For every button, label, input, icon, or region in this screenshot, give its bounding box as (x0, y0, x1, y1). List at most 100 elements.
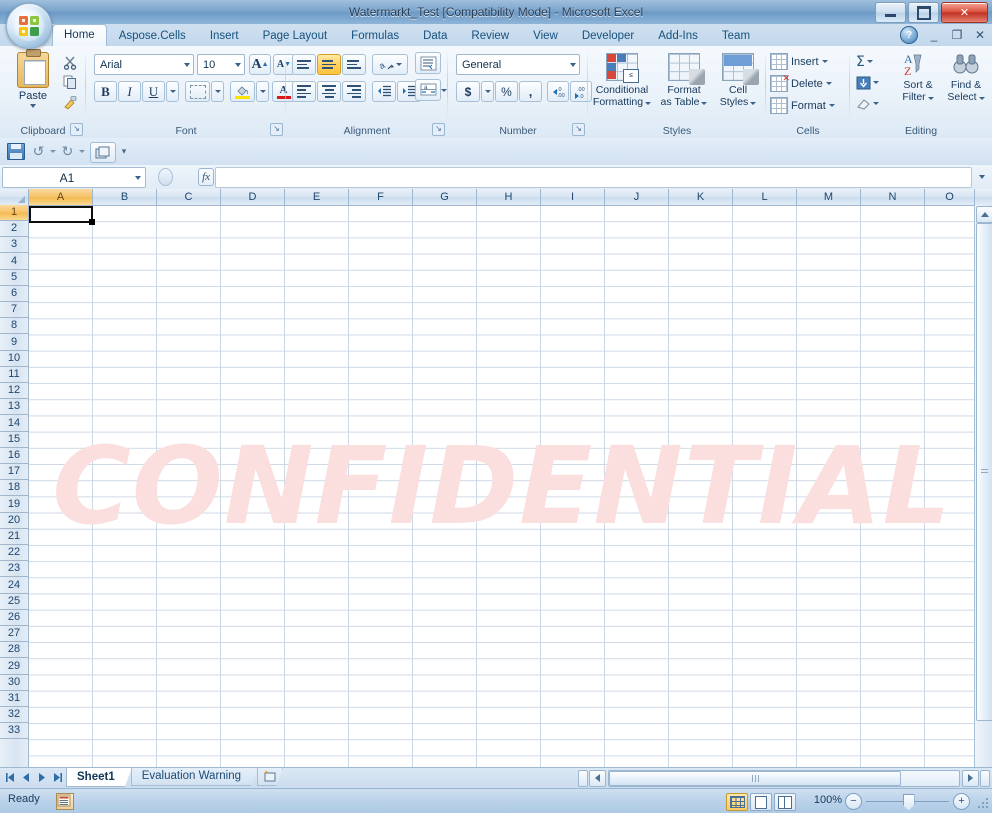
row-header-19[interactable]: 19 (0, 497, 28, 513)
find-select-button[interactable]: Find & Select (942, 50, 990, 118)
align-right-button[interactable] (342, 81, 366, 102)
bottom-align-button[interactable] (342, 54, 366, 75)
wrap-text-button[interactable] (415, 52, 441, 74)
next-sheet-button[interactable] (36, 771, 47, 784)
row-header-5[interactable]: 5 (0, 270, 28, 286)
split-handle-right[interactable] (980, 769, 990, 787)
qat-customize-button[interactable]: ▾ (117, 142, 131, 161)
office-button[interactable] (6, 3, 52, 49)
chevron-down-icon[interactable] (184, 62, 190, 67)
underline-button[interactable]: U (142, 81, 165, 102)
bold-button[interactable]: B (94, 81, 117, 102)
number-format-combo[interactable]: General (456, 54, 580, 75)
borders-button[interactable] (185, 81, 210, 102)
fill-color-options-button[interactable] (256, 81, 269, 102)
row-header-25[interactable]: 25 (0, 594, 28, 610)
expand-formula-bar-button[interactable] (974, 168, 990, 185)
chevron-down-icon[interactable] (235, 62, 241, 67)
tab-insert[interactable]: Insert (198, 25, 251, 46)
accounting-options-button[interactable] (481, 81, 494, 102)
cell-area[interactable]: CONFIDENTIAL (29, 206, 975, 767)
qat-undo-button[interactable]: ↺ (30, 142, 47, 161)
row-header-16[interactable]: 16 (0, 448, 28, 464)
row-header-13[interactable]: 13 (0, 399, 28, 416)
borders-options-button[interactable] (211, 81, 224, 102)
vertical-scroll-thumb[interactable] (976, 223, 992, 721)
row-header-28[interactable]: 28 (0, 642, 28, 659)
comma-format-button[interactable]: , (519, 81, 542, 102)
zoom-out-button[interactable]: − (845, 792, 862, 810)
tab-data[interactable]: Data (411, 25, 459, 46)
format-painter-button[interactable] (58, 92, 82, 112)
column-header-a[interactable]: A (29, 189, 93, 205)
insert-function-button[interactable]: fx (198, 167, 214, 186)
cancel-formula-icon[interactable] (158, 167, 174, 186)
row-header-30[interactable]: 30 (0, 675, 28, 691)
align-left-button[interactable] (292, 81, 316, 102)
resize-grip[interactable] (977, 798, 989, 810)
italic-button[interactable]: I (118, 81, 141, 102)
column-header-f[interactable]: F (349, 189, 413, 205)
underline-options-button[interactable] (166, 81, 179, 102)
column-header-n[interactable]: N (861, 189, 925, 205)
tab-home[interactable]: Home (52, 24, 107, 46)
accounting-format-button[interactable]: $ (456, 81, 480, 102)
row-header-20[interactable]: 20 (0, 513, 28, 529)
tab-view[interactable]: View (521, 25, 570, 46)
fill-handle[interactable] (89, 219, 95, 225)
tab-formulas[interactable]: Formulas (339, 25, 411, 46)
autosum-button[interactable]: Σ (856, 51, 890, 72)
increase-decimal-button[interactable]: .0 .00 (547, 81, 569, 102)
paste-button[interactable]: Paste (8, 49, 58, 116)
tab-team[interactable]: Team (710, 25, 762, 46)
page-layout-view-button[interactable] (750, 793, 772, 811)
zoom-track[interactable] (866, 793, 949, 811)
conditional-formatting-button[interactable]: ≤ Conditional Formatting (592, 50, 652, 118)
horizontal-scrollbar[interactable] (578, 769, 990, 787)
align-center-button[interactable] (317, 81, 341, 102)
percent-format-button[interactable]: % (495, 81, 518, 102)
sort-filter-button[interactable]: A Z Sort & Filter (894, 50, 942, 118)
name-box[interactable]: A1 (2, 167, 146, 188)
format-as-table-button[interactable]: Format as Table (654, 50, 714, 118)
row-header-11[interactable]: 11 (0, 367, 28, 383)
column-header-o[interactable]: O (925, 189, 975, 205)
record-macro-button[interactable] (56, 793, 74, 810)
column-header-g[interactable]: G (413, 189, 477, 205)
restore-window-icon[interactable]: ❐ (950, 28, 964, 42)
sheet-tab-evaluation-warning[interactable]: Evaluation Warning (131, 768, 258, 786)
enter-formula-icon[interactable] (179, 169, 192, 185)
row-header-31[interactable]: 31 (0, 691, 28, 707)
row-header-3[interactable]: 3 (0, 237, 28, 254)
column-header-l[interactable]: L (733, 189, 797, 205)
column-header-j[interactable]: J (605, 189, 669, 205)
prev-sheet-button[interactable] (20, 771, 31, 784)
tab-developer[interactable]: Developer (570, 25, 646, 46)
fill-button[interactable] (856, 72, 890, 93)
row-header-29[interactable]: 29 (0, 659, 28, 675)
middle-align-button[interactable] (317, 54, 341, 75)
zoom-in-button[interactable]: + (953, 792, 970, 810)
decrease-indent-button[interactable] (372, 81, 396, 102)
column-header-m[interactable]: M (797, 189, 861, 205)
select-all-button[interactable] (0, 189, 29, 205)
zoom-slider[interactable]: − + (845, 792, 970, 811)
page-break-preview-button[interactable] (774, 793, 796, 811)
font-size-combo[interactable]: 10 (197, 54, 245, 75)
grow-font-button[interactable]: A ▲ (249, 54, 271, 75)
zoom-level-label[interactable]: 100% (814, 794, 842, 806)
clear-button[interactable] (856, 93, 890, 114)
column-header-k[interactable]: K (669, 189, 733, 205)
normal-view-button[interactable] (726, 793, 748, 811)
vertical-scrollbar[interactable] (974, 205, 992, 767)
column-header-e[interactable]: E (285, 189, 349, 205)
tab-aspose-cells[interactable]: Aspose.Cells (107, 25, 198, 46)
row-header-6[interactable]: 6 (0, 286, 28, 302)
help-icon[interactable]: ? (900, 26, 918, 44)
scroll-right-button[interactable] (962, 769, 979, 787)
insert-worksheet-button[interactable] (257, 768, 283, 786)
row-header-9[interactable]: 9 (0, 335, 28, 351)
qat-redo-button[interactable]: ↻ (59, 142, 76, 161)
font-name-combo[interactable]: Arial (94, 54, 194, 75)
qat-save-button[interactable] (6, 142, 26, 161)
